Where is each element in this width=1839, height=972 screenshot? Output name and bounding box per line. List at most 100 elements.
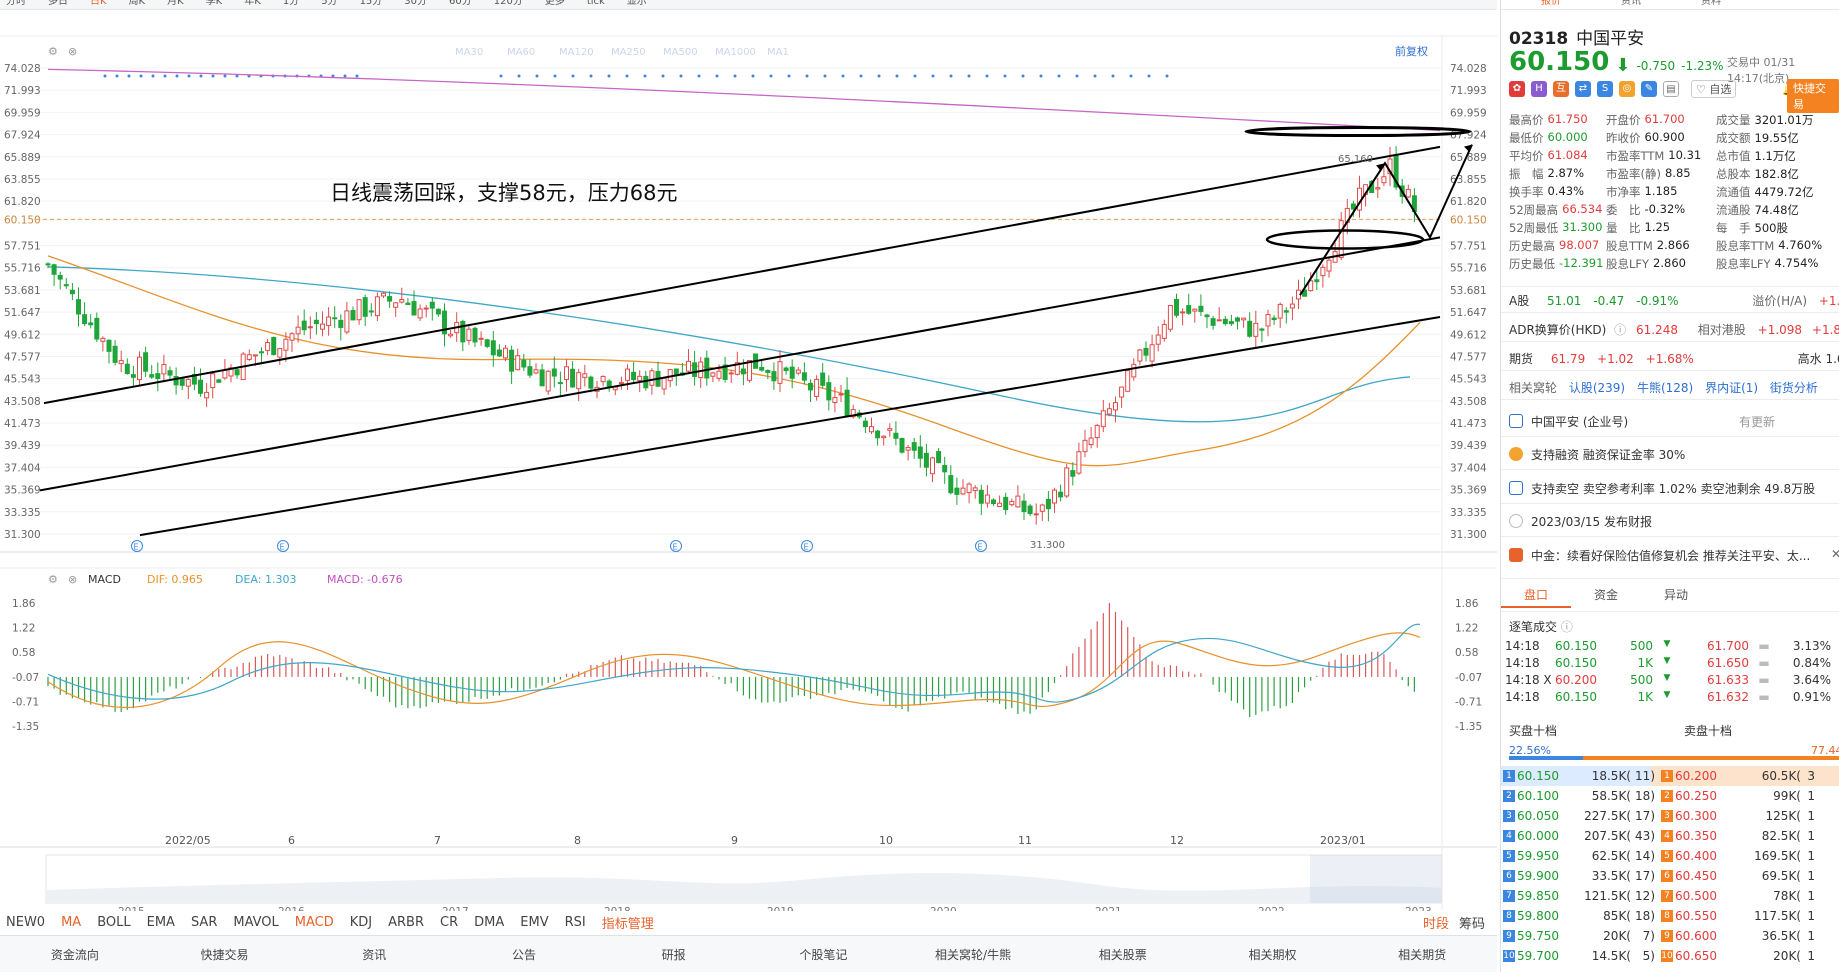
kline-chart-svg[interactable]: ⚙ ⊗ MA30 MA60 MA120 MA250 MA500 MA1000 MA1 前复权 74.… xyxy=(0,10,1497,935)
ma-legend-extra: MA500 xyxy=(663,47,698,58)
period-item[interactable]: 分时 xyxy=(6,0,26,9)
x-axis-label: 7 xyxy=(434,834,441,847)
adr-row[interactable]: ADR换算价(HKD) ⓘ 61.248 相对港股 +1.098 +1.83% xyxy=(1509,321,1839,338)
tab-orderbook[interactable]: 盘口 xyxy=(1501,586,1571,608)
indicator-manage-button[interactable]: 指标管理 xyxy=(602,913,654,932)
indicator-macd[interactable]: MACD xyxy=(295,915,334,930)
indicator-right-item[interactable]: 时段 xyxy=(1423,913,1449,932)
y-tick-right: 33.335 xyxy=(1450,507,1487,519)
orderbook-row[interactable]: 2 60.100 58.5K(18) 2 60.250 99K(1 xyxy=(1501,786,1839,806)
stat-cell: 市盈率TTM 10.31 xyxy=(1606,148,1716,166)
tab-movement[interactable]: 异动 xyxy=(1641,586,1711,608)
period-item[interactable]: 周K xyxy=(129,0,146,9)
ma900-line xyxy=(47,68,1441,132)
indicator-sar[interactable]: SAR xyxy=(191,915,217,930)
close-icon[interactable]: ✕ xyxy=(1831,547,1839,561)
candle-body xyxy=(1192,308,1198,312)
indicator-kdj[interactable]: KDJ xyxy=(350,915,372,930)
orderbook-row[interactable]: 8 59.800 85K(18) 8 60.550 117.5K(1 xyxy=(1501,906,1839,926)
quick-trade-button[interactable]: 快捷交易 xyxy=(1787,79,1839,113)
ask-level: 9 xyxy=(1661,930,1673,942)
period-item[interactable]: 30分 xyxy=(404,0,427,9)
add-favorite-button[interactable]: ♡ 自选 xyxy=(1691,80,1737,98)
bottom-tab[interactable]: 快捷交易 xyxy=(150,946,300,963)
news-item[interactable]: 2023/03/15 发布财报 xyxy=(1509,513,1652,530)
bottom-tab[interactable]: 研报 xyxy=(599,946,749,963)
period-item[interactable]: 120分 xyxy=(494,0,523,9)
candle-body xyxy=(978,489,984,504)
orderbook-row[interactable]: 3 60.050 227.5K(17) 3 60.300 125K(1 xyxy=(1501,806,1839,826)
period-item[interactable]: 季K xyxy=(206,0,223,9)
warrants-inline-link[interactable]: 界内证(1) xyxy=(1705,381,1758,395)
bottom-tab[interactable]: 资金流向 xyxy=(0,946,150,963)
bottom-tab[interactable]: 公告 xyxy=(449,946,599,963)
y-tick-right: 45.543 xyxy=(1450,374,1487,386)
relative-pct: +1.83% xyxy=(1811,323,1839,337)
tab-quote[interactable]: 报价 xyxy=(1541,0,1561,9)
stat-value: 2.860 xyxy=(1653,256,1686,270)
indicator-arbr[interactable]: ARBR xyxy=(388,915,424,930)
indicator-right-item[interactable]: 筹码 xyxy=(1459,913,1485,932)
orderbook-row[interactable]: 5 59.950 62.5K(14) 5 60.400 169.5K(1 xyxy=(1501,846,1839,866)
bottom-tab[interactable]: 相关期权 xyxy=(1198,946,1348,963)
candle-body xyxy=(1052,489,1057,504)
candle-body xyxy=(960,487,966,495)
info-icon[interactable]: ⓘ xyxy=(1561,620,1573,634)
bid-level: 9 xyxy=(1503,930,1515,942)
period-item[interactable]: 1分 xyxy=(283,0,299,9)
indicator-cr[interactable]: CR xyxy=(440,915,458,930)
tab-news[interactable]: 资讯 xyxy=(1621,0,1641,9)
orderbook-row[interactable]: 7 59.850 121.5K(12) 7 60.500 78K(1 xyxy=(1501,886,1839,906)
indicator-boll[interactable]: BOLL xyxy=(97,915,130,930)
stat-cell: 换手率 0.43% xyxy=(1509,184,1606,202)
news-item[interactable]: 支持卖空 卖空参考利率 1.02% 卖空池剩余 49.8万股 xyxy=(1509,480,1815,497)
stat-cell: 每 手 500股 xyxy=(1716,220,1828,238)
orderbook-row[interactable]: 9 59.750 20K(7) 9 60.600 36.5K(1 xyxy=(1501,926,1839,946)
event-dot xyxy=(343,74,347,78)
period-item[interactable]: 15分 xyxy=(360,0,383,9)
a-share-row[interactable]: A股 51.01 -0.47 -0.91% 溢价(H/A) +1.66% xyxy=(1509,292,1839,309)
indicator-dma[interactable]: DMA xyxy=(474,915,504,930)
tab-capital[interactable]: 资金 xyxy=(1571,586,1641,608)
stat-value: 8.85 xyxy=(1664,166,1691,180)
indicator-rsi[interactable]: RSI xyxy=(565,915,586,930)
candle-body xyxy=(1045,498,1051,510)
candle-body xyxy=(1314,279,1320,283)
kline-chart-area[interactable]: ⚙ ⊗ MA30 MA60 MA120 MA250 MA500 MA1000 MA1 前复权 74.… xyxy=(0,10,1497,935)
warrants-cbbc-link[interactable]: 牛熊(128) xyxy=(1637,381,1693,395)
period-item[interactable]: 月K xyxy=(167,0,184,9)
indicator-mavol[interactable]: MAVOL xyxy=(233,915,278,930)
y-tick-left: 60.150 xyxy=(4,214,41,226)
period-item[interactable]: 5分 xyxy=(321,0,337,9)
period-item[interactable]: 60分 xyxy=(449,0,472,9)
tab-profile[interactable]: 资料 xyxy=(1701,0,1721,9)
orderbook-row[interactable]: 4 60.000 207.5K(43) 4 60.350 82.5K(1 xyxy=(1501,826,1839,846)
orderbook-row[interactable]: 10 59.700 14.5K(5) 10 60.650 20K(1 xyxy=(1501,946,1839,966)
ask-volume: 169.5K( xyxy=(1754,849,1801,863)
warrants-analysis-link[interactable]: 街货分析 xyxy=(1770,381,1818,395)
indicator-emv[interactable]: EMV xyxy=(520,915,548,930)
futures-row[interactable]: 期货 61.79 +1.02 +1.68% 高水 1.64 xyxy=(1509,350,1839,367)
news-item[interactable]: 中国平安 (企业号) 有更新 xyxy=(1509,413,1775,430)
period-item[interactable]: 显示 xyxy=(627,0,647,9)
orderbook-row[interactable]: 6 59.900 33.5K(17) 6 60.450 69.5K(1 xyxy=(1501,866,1839,886)
indicator-new0[interactable]: NEW0 xyxy=(6,915,45,930)
period-item[interactable]: 年K xyxy=(244,0,261,9)
warrants-call-link[interactable]: 认股(239) xyxy=(1569,381,1625,395)
bottom-tab[interactable]: 个股笔记 xyxy=(749,946,899,963)
news-item[interactable]: 中金：续看好保险估值修复机会 推荐关注平安、太... ✕ xyxy=(1509,547,1839,564)
period-item[interactable]: 更多 xyxy=(545,0,565,9)
bottom-tab[interactable]: 相关窝轮/牛熊 xyxy=(898,946,1048,963)
news-item[interactable]: 支持融资 融资保证金率 30% xyxy=(1509,446,1685,463)
bid-orders: 17) xyxy=(1635,809,1655,823)
indicator-ma[interactable]: MA xyxy=(61,915,81,930)
bottom-tab[interactable]: 资讯 xyxy=(299,946,449,963)
info-icon[interactable]: ⓘ xyxy=(1614,323,1626,337)
period-item[interactable]: tick xyxy=(587,0,605,9)
orderbook-row[interactable]: 1 60.150 18.5K(11) 1 60.200 60.5K(3 xyxy=(1501,766,1839,786)
period-item[interactable]: 日K xyxy=(90,0,107,9)
bottom-tab[interactable]: 相关期货 xyxy=(1347,946,1497,963)
period-item[interactable]: 多日 xyxy=(48,0,68,9)
indicator-ema[interactable]: EMA xyxy=(147,915,175,930)
bottom-tab[interactable]: 相关股票 xyxy=(1048,946,1198,963)
